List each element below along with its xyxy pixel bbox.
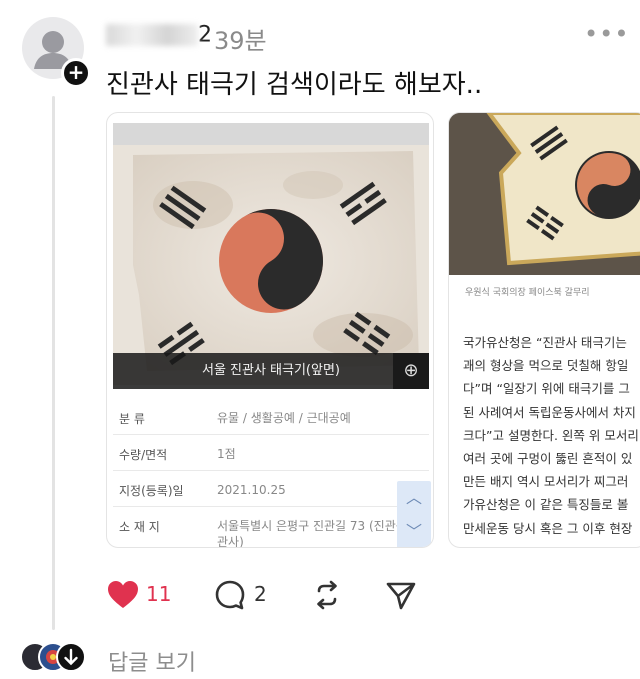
row-label: 지정(등록)일	[119, 484, 184, 498]
username-suffix: 2	[198, 22, 213, 48]
row-value: 유물 / 생활공예 / 근대공예	[217, 411, 351, 425]
follow-plus-icon[interactable]: +	[61, 58, 91, 88]
post-image-2[interactable]: 우원식 국회의장 페이스북 갈무리 국가유산청은 “진관사 태극기는 괘의 형상…	[448, 112, 640, 548]
image-top-bar	[113, 123, 429, 145]
share-button[interactable]	[384, 578, 418, 612]
row-label: 수량/면적	[119, 448, 168, 462]
article-text: 국가유산청은 “진관사 태극기는 괘의 형상을 먹으로 덧칠해 항일 다”며 “…	[463, 331, 640, 540]
post-image-1[interactable]: 서울 진관사 태극기(앞면) ⊕ 분 류 유물 / 생활공예 / 근대공예 수량…	[106, 112, 434, 548]
view-replies-label: 답글 보기	[108, 651, 196, 676]
post-text: 진관사 태극기 검색이라도 해보자..	[106, 70, 483, 100]
taegukgi-flag-image	[113, 145, 429, 385]
article-line: 가유산청은 이 같은 특징들로 볼	[463, 497, 629, 513]
more-replies-down-arrow-icon	[56, 642, 86, 672]
heart-icon	[108, 581, 138, 608]
row-label: 소 재 지	[119, 520, 160, 534]
image-caption: 서울 진관사 태극기(앞면) ⊕	[113, 353, 429, 389]
row-value: 2021.10.25	[217, 483, 286, 497]
row-label: 분 류	[119, 412, 145, 426]
row-value: 서울특별시 은평구 진관길 73 (진관동 관사)	[217, 519, 407, 548]
like-count: 11	[146, 582, 172, 606]
table-row: 소 재 지 서울특별시 은평구 진관길 73 (진관동 관사)	[113, 507, 429, 548]
article-line: 국가유산청은 “진관사 태극기는	[463, 335, 627, 350]
row-value: 1점	[217, 447, 236, 461]
action-bar: 11 2	[106, 578, 446, 612]
article-line: 괘의 형상을 먹으로 덧칠해 항일	[463, 358, 629, 374]
photo-credit: 우원식 국회의장 페이스북 갈무리	[465, 288, 590, 298]
more-options-icon[interactable]: •••	[584, 20, 629, 48]
article-line: 만든 배지 역시 모서리가 찌그러	[463, 474, 629, 490]
article-line: 된 사례여서 독립운동사에서 차지	[463, 404, 636, 420]
chevron-down-icon[interactable]: ﹀	[397, 515, 431, 547]
repost-icon	[317, 580, 337, 610]
repost-button[interactable]	[310, 578, 344, 612]
username[interactable]: 2	[106, 22, 213, 50]
table-row: 수량/면적 1점	[113, 435, 429, 471]
comment-icon	[215, 580, 245, 610]
scroll-arrows: ︿ ﹀	[397, 481, 431, 547]
like-button[interactable]: 11	[106, 578, 172, 612]
post-time: 39분	[214, 27, 267, 55]
article-line: 만세운동 당시 혹은 그 이후 현장	[463, 520, 633, 536]
caption-text: 서울 진관사 태극기(앞면)	[201, 363, 340, 378]
flag-badge-photo	[449, 113, 640, 275]
view-replies[interactable]: 답글 보기	[20, 642, 280, 676]
article-line: 다”며 “일장기 위에 태극기를 그	[463, 381, 630, 397]
comment-count: 2	[254, 582, 267, 606]
comment-button[interactable]: 2	[214, 578, 278, 612]
table-row: 지정(등록)일 2021.10.25	[113, 471, 429, 507]
send-icon	[386, 582, 416, 610]
thread-line	[52, 96, 55, 630]
table-row: 분 류 유물 / 생활공예 / 근대공예	[113, 399, 429, 435]
article-line: 크다”고 설명한다. 왼쪽 위 모서리	[463, 427, 639, 443]
heritage-info-table: 분 류 유물 / 생활공예 / 근대공예 수량/면적 1점 지정(등록)일 20…	[113, 399, 429, 548]
chevron-up-icon[interactable]: ︿	[397, 481, 431, 515]
article-line: 여러 곳에 구멍이 뚫린 흔적이 있	[463, 451, 633, 467]
zoom-in-icon[interactable]: ⊕	[393, 353, 429, 389]
username-blurred	[106, 24, 198, 46]
